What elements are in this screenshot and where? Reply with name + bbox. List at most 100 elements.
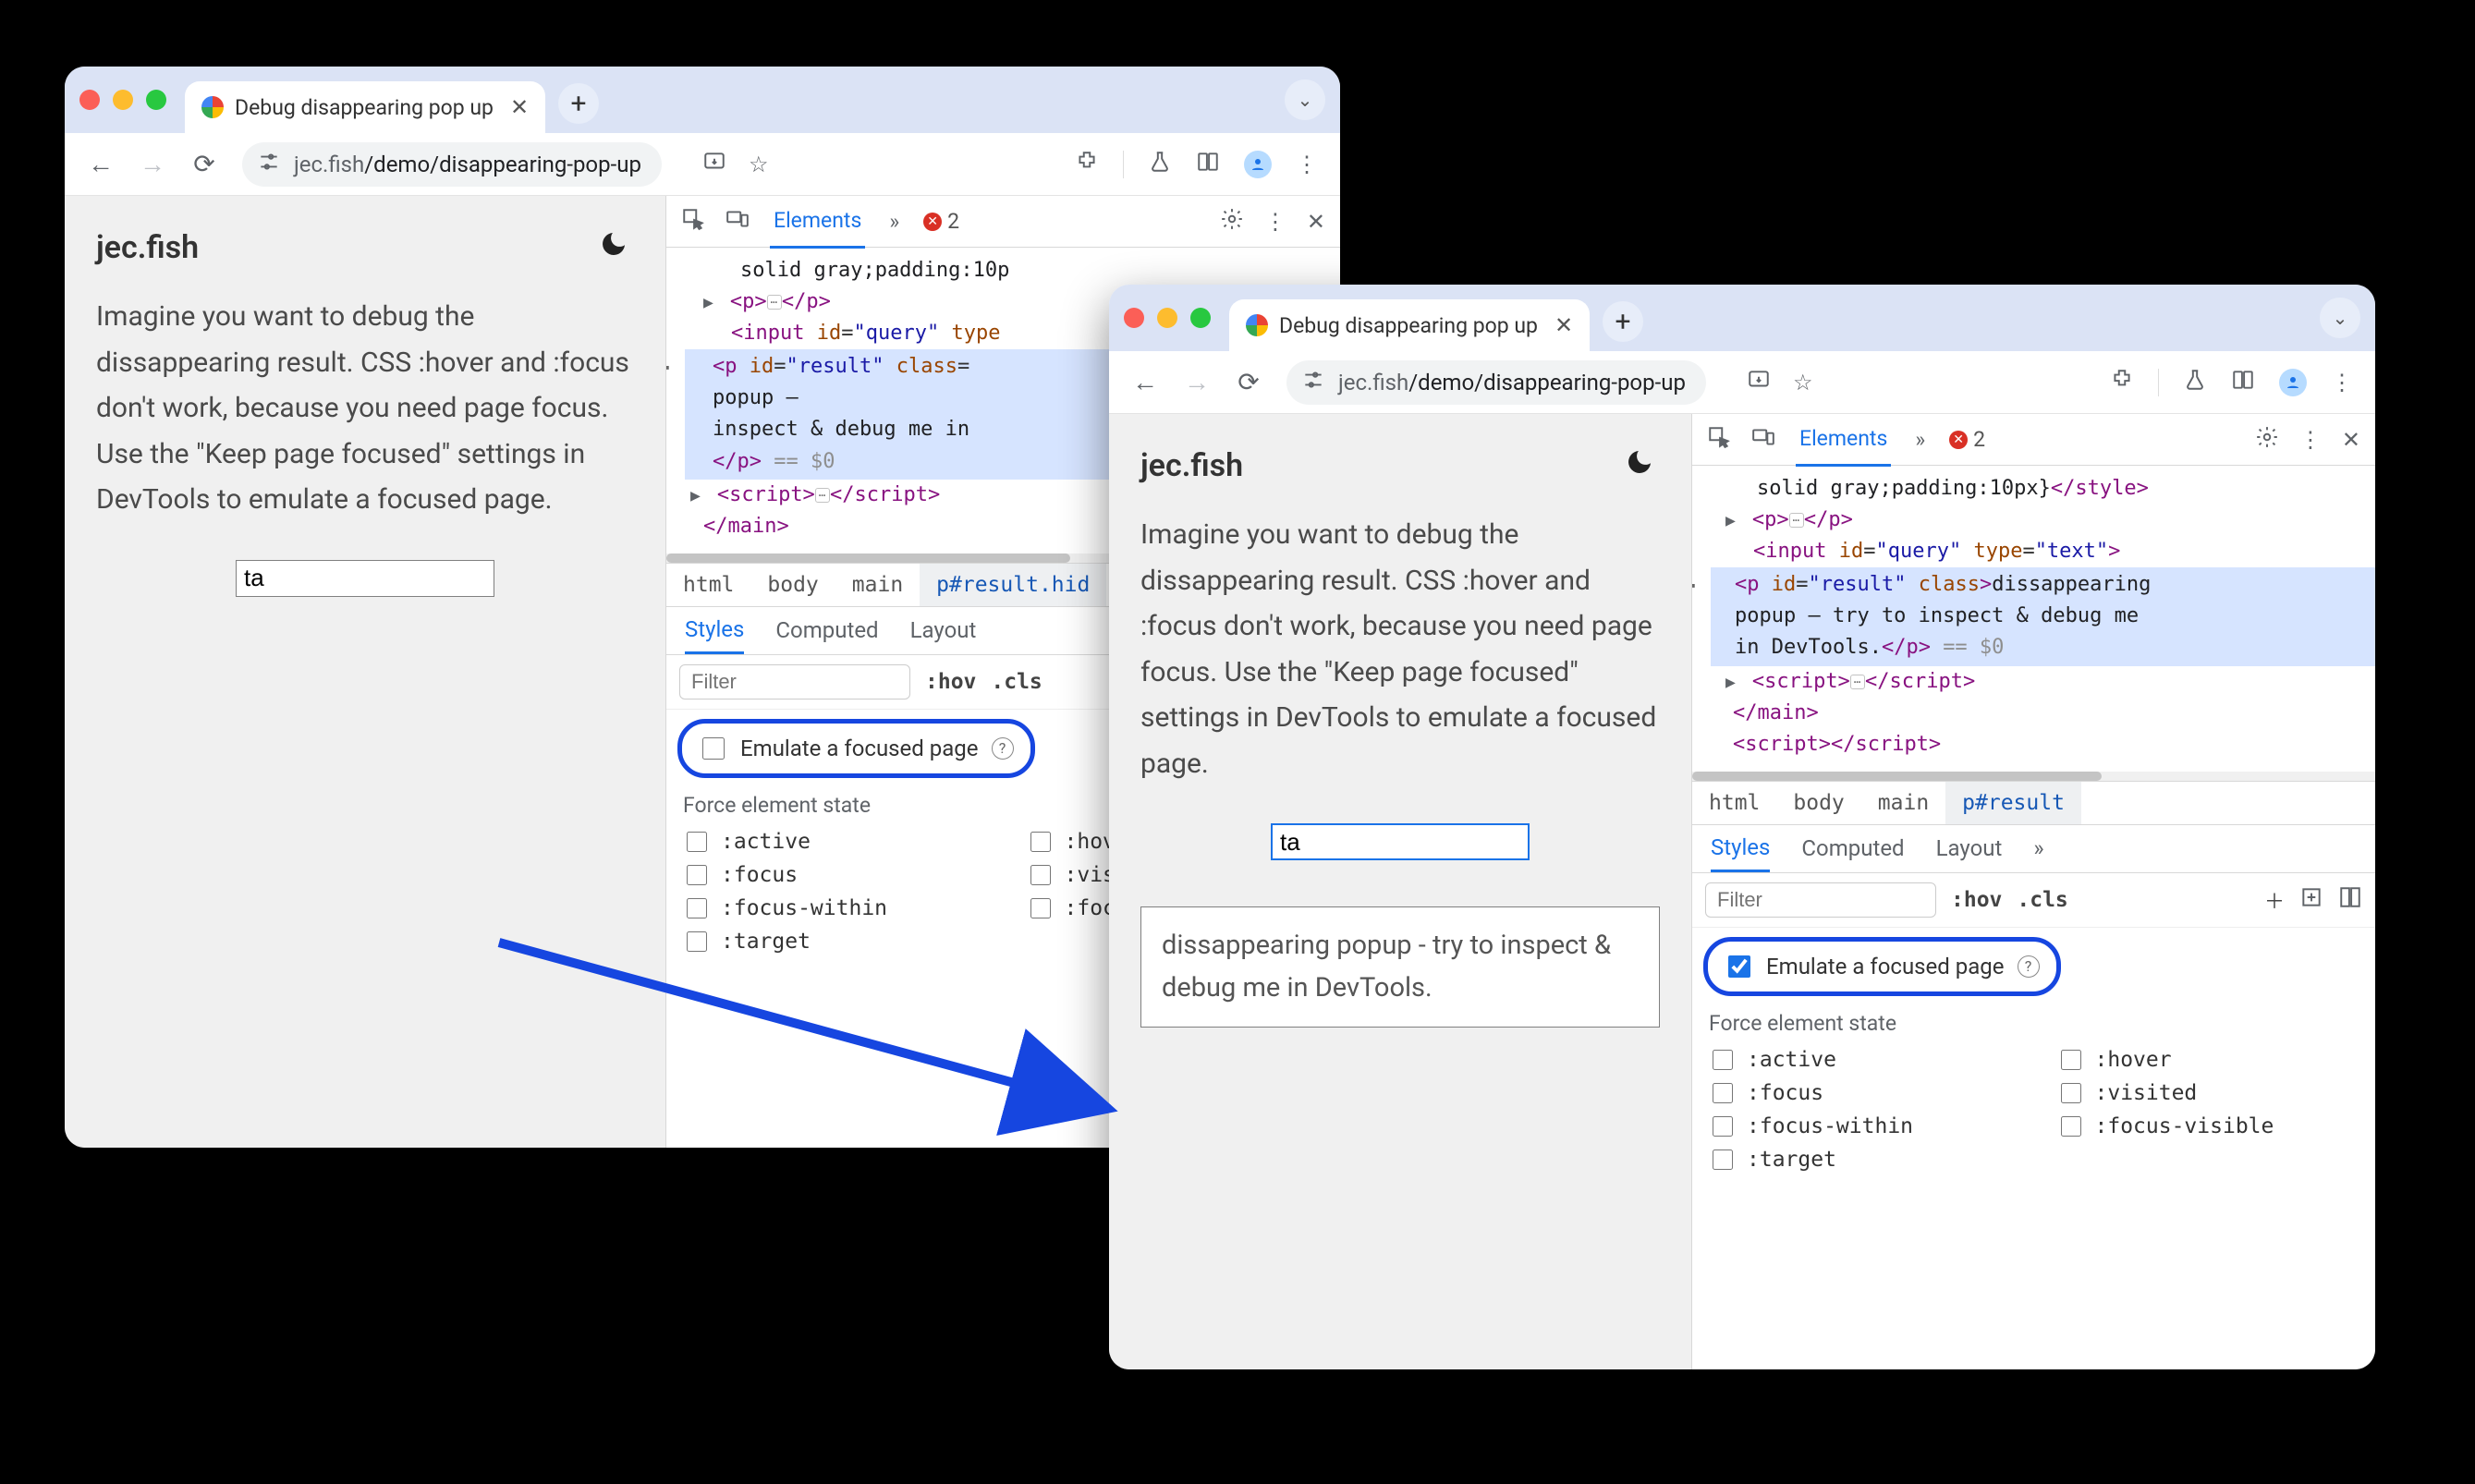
- theme-toggle-icon[interactable]: [599, 229, 628, 266]
- layout-tab[interactable]: Layout: [910, 617, 977, 643]
- elements-tab[interactable]: Elements: [770, 208, 865, 249]
- browser-tab[interactable]: Debug disappearing pop up ✕: [185, 81, 545, 133]
- styles-filter-input[interactable]: [1705, 882, 1936, 918]
- minimize-window-button[interactable]: [113, 90, 133, 110]
- help-icon[interactable]: ?: [2018, 955, 2040, 978]
- error-indicator[interactable]: ✕ 2: [923, 209, 959, 234]
- styles-tab[interactable]: Styles: [1711, 825, 1770, 872]
- chrome-menu-icon[interactable]: ⋮: [2331, 370, 2353, 395]
- url-field[interactable]: jec.fish/demo/disappearing-pop-up: [1286, 360, 1706, 405]
- breadcrumb-item[interactable]: main: [835, 564, 920, 606]
- dom-breadcrumb[interactable]: html body main p#result: [1692, 781, 2375, 825]
- maximize-window-button[interactable]: [146, 90, 166, 110]
- dom-scrollbar[interactable]: [1692, 772, 2375, 781]
- hov-toggle[interactable]: :hov: [1951, 888, 2002, 912]
- styles-filter-input[interactable]: [679, 664, 910, 699]
- devtools-menu-icon[interactable]: ⋮: [1264, 209, 1286, 235]
- back-button[interactable]: ←: [87, 149, 115, 179]
- tab-overflow-button[interactable]: ⌄: [1285, 79, 1325, 120]
- install-app-icon[interactable]: [1747, 368, 1771, 397]
- new-style-rule-icon[interactable]: ＋: [2264, 885, 2285, 915]
- computed-tab[interactable]: Computed: [1801, 835, 1904, 861]
- device-icon[interactable]: [1196, 150, 1220, 179]
- install-app-icon[interactable]: [702, 150, 726, 179]
- bookmark-icon[interactable]: ☆: [749, 152, 769, 177]
- chrome-menu-icon[interactable]: ⋮: [1296, 152, 1318, 177]
- devtools-close-icon[interactable]: ✕: [2342, 427, 2360, 453]
- breadcrumb-item[interactable]: body: [750, 564, 835, 606]
- devtools-settings-icon[interactable]: [2255, 425, 2279, 455]
- devtools-close-icon[interactable]: ✕: [1307, 209, 1325, 235]
- tab-overflow-button[interactable]: ⌄: [2320, 298, 2360, 338]
- back-button[interactable]: ←: [1131, 367, 1159, 397]
- state-checkbox[interactable]: :target: [683, 929, 981, 955]
- state-checkbox[interactable]: :active: [1709, 1047, 2011, 1073]
- labs-icon[interactable]: [1148, 150, 1172, 179]
- state-checkbox[interactable]: :visited: [2057, 1080, 2359, 1106]
- devtools-menu-icon[interactable]: ⋮: [2299, 427, 2322, 453]
- breadcrumb-item-selected[interactable]: p#result.hid: [920, 564, 1106, 606]
- reload-button[interactable]: ⟳: [1235, 367, 1262, 397]
- bookmark-icon[interactable]: ☆: [1793, 370, 1813, 395]
- profile-avatar[interactable]: [2279, 369, 2307, 396]
- computed-tab[interactable]: Computed: [775, 617, 878, 643]
- state-checkbox[interactable]: :focus-visible: [2057, 1113, 2359, 1139]
- inspect-element-icon[interactable]: [681, 207, 705, 237]
- styles-tab[interactable]: Styles: [685, 607, 744, 654]
- query-input[interactable]: [1271, 823, 1530, 860]
- breadcrumb-item[interactable]: body: [1776, 782, 1860, 824]
- browser-tab[interactable]: Debug disappearing pop up ✕: [1229, 299, 1590, 351]
- hov-toggle[interactable]: :hov: [925, 670, 976, 694]
- state-checkbox[interactable]: :active: [683, 829, 981, 855]
- profile-avatar[interactable]: [1244, 151, 1272, 178]
- breadcrumb-item-selected[interactable]: p#result: [1945, 782, 2081, 824]
- state-checkbox[interactable]: :focus-within: [683, 895, 981, 921]
- state-checkbox[interactable]: :focus: [1709, 1080, 2011, 1106]
- extensions-icon[interactable]: [1075, 150, 1099, 179]
- minimize-window-button[interactable]: [1157, 308, 1177, 328]
- reload-button[interactable]: ⟳: [190, 149, 218, 179]
- device-icon[interactable]: [2231, 368, 2255, 397]
- close-window-button[interactable]: [79, 90, 100, 110]
- state-checkbox[interactable]: :hover: [2057, 1047, 2359, 1073]
- more-panes[interactable]: »: [2033, 835, 2043, 861]
- breadcrumb-item[interactable]: html: [1692, 782, 1776, 824]
- cls-toggle[interactable]: .cls: [991, 670, 1042, 694]
- more-tabs[interactable]: »: [1911, 427, 1929, 452]
- emulate-focused-checkbox[interactable]: [702, 737, 725, 760]
- breadcrumb-item[interactable]: html: [666, 564, 750, 606]
- elements-tab[interactable]: Elements: [1796, 426, 1891, 467]
- emulate-focused-checkbox[interactable]: [1728, 955, 1750, 978]
- inspect-element-icon[interactable]: [1707, 425, 1731, 455]
- state-checkbox[interactable]: :focus: [683, 862, 981, 888]
- site-settings-icon[interactable]: [1301, 368, 1325, 396]
- maximize-window-button[interactable]: [1190, 308, 1211, 328]
- device-toggle-icon[interactable]: [1751, 425, 1775, 455]
- devtools-settings-icon[interactable]: [1220, 207, 1244, 237]
- state-checkbox[interactable]: :target: [1709, 1147, 2011, 1173]
- labs-icon[interactable]: [2183, 368, 2207, 397]
- state-checkbox[interactable]: :focus-within: [1709, 1113, 2011, 1139]
- tab-strip: Debug disappearing pop up ✕ + ⌄: [1109, 285, 2375, 351]
- cls-toggle[interactable]: .cls: [2017, 888, 2067, 912]
- extensions-icon[interactable]: [2110, 368, 2134, 397]
- dom-tree[interactable]: solid gray;padding:10px}</style> ▶<p>⋯</…: [1692, 466, 2375, 772]
- rendering-icon[interactable]: [2338, 885, 2362, 915]
- help-icon[interactable]: ?: [992, 737, 1014, 760]
- close-window-button[interactable]: [1124, 308, 1144, 328]
- new-tab-button[interactable]: +: [1603, 301, 1643, 342]
- device-toggle-icon[interactable]: [725, 207, 750, 237]
- tab-close-icon[interactable]: ✕: [1554, 312, 1573, 338]
- layout-tab[interactable]: Layout: [1936, 835, 2003, 861]
- url-field[interactable]: jec.fish/demo/disappearing-pop-up: [242, 142, 662, 187]
- theme-toggle-icon[interactable]: [1625, 447, 1654, 484]
- new-tab-button[interactable]: +: [558, 83, 599, 124]
- computed-styles-sidebar-icon[interactable]: [2299, 885, 2323, 915]
- site-settings-icon[interactable]: [257, 150, 281, 178]
- query-input[interactable]: [236, 560, 494, 597]
- error-indicator[interactable]: ✕ 2: [1949, 427, 1985, 452]
- breadcrumb-item[interactable]: main: [1861, 782, 1945, 824]
- tab-close-icon[interactable]: ✕: [510, 94, 529, 120]
- traffic-lights: [1124, 308, 1211, 328]
- more-tabs[interactable]: »: [885, 209, 903, 234]
